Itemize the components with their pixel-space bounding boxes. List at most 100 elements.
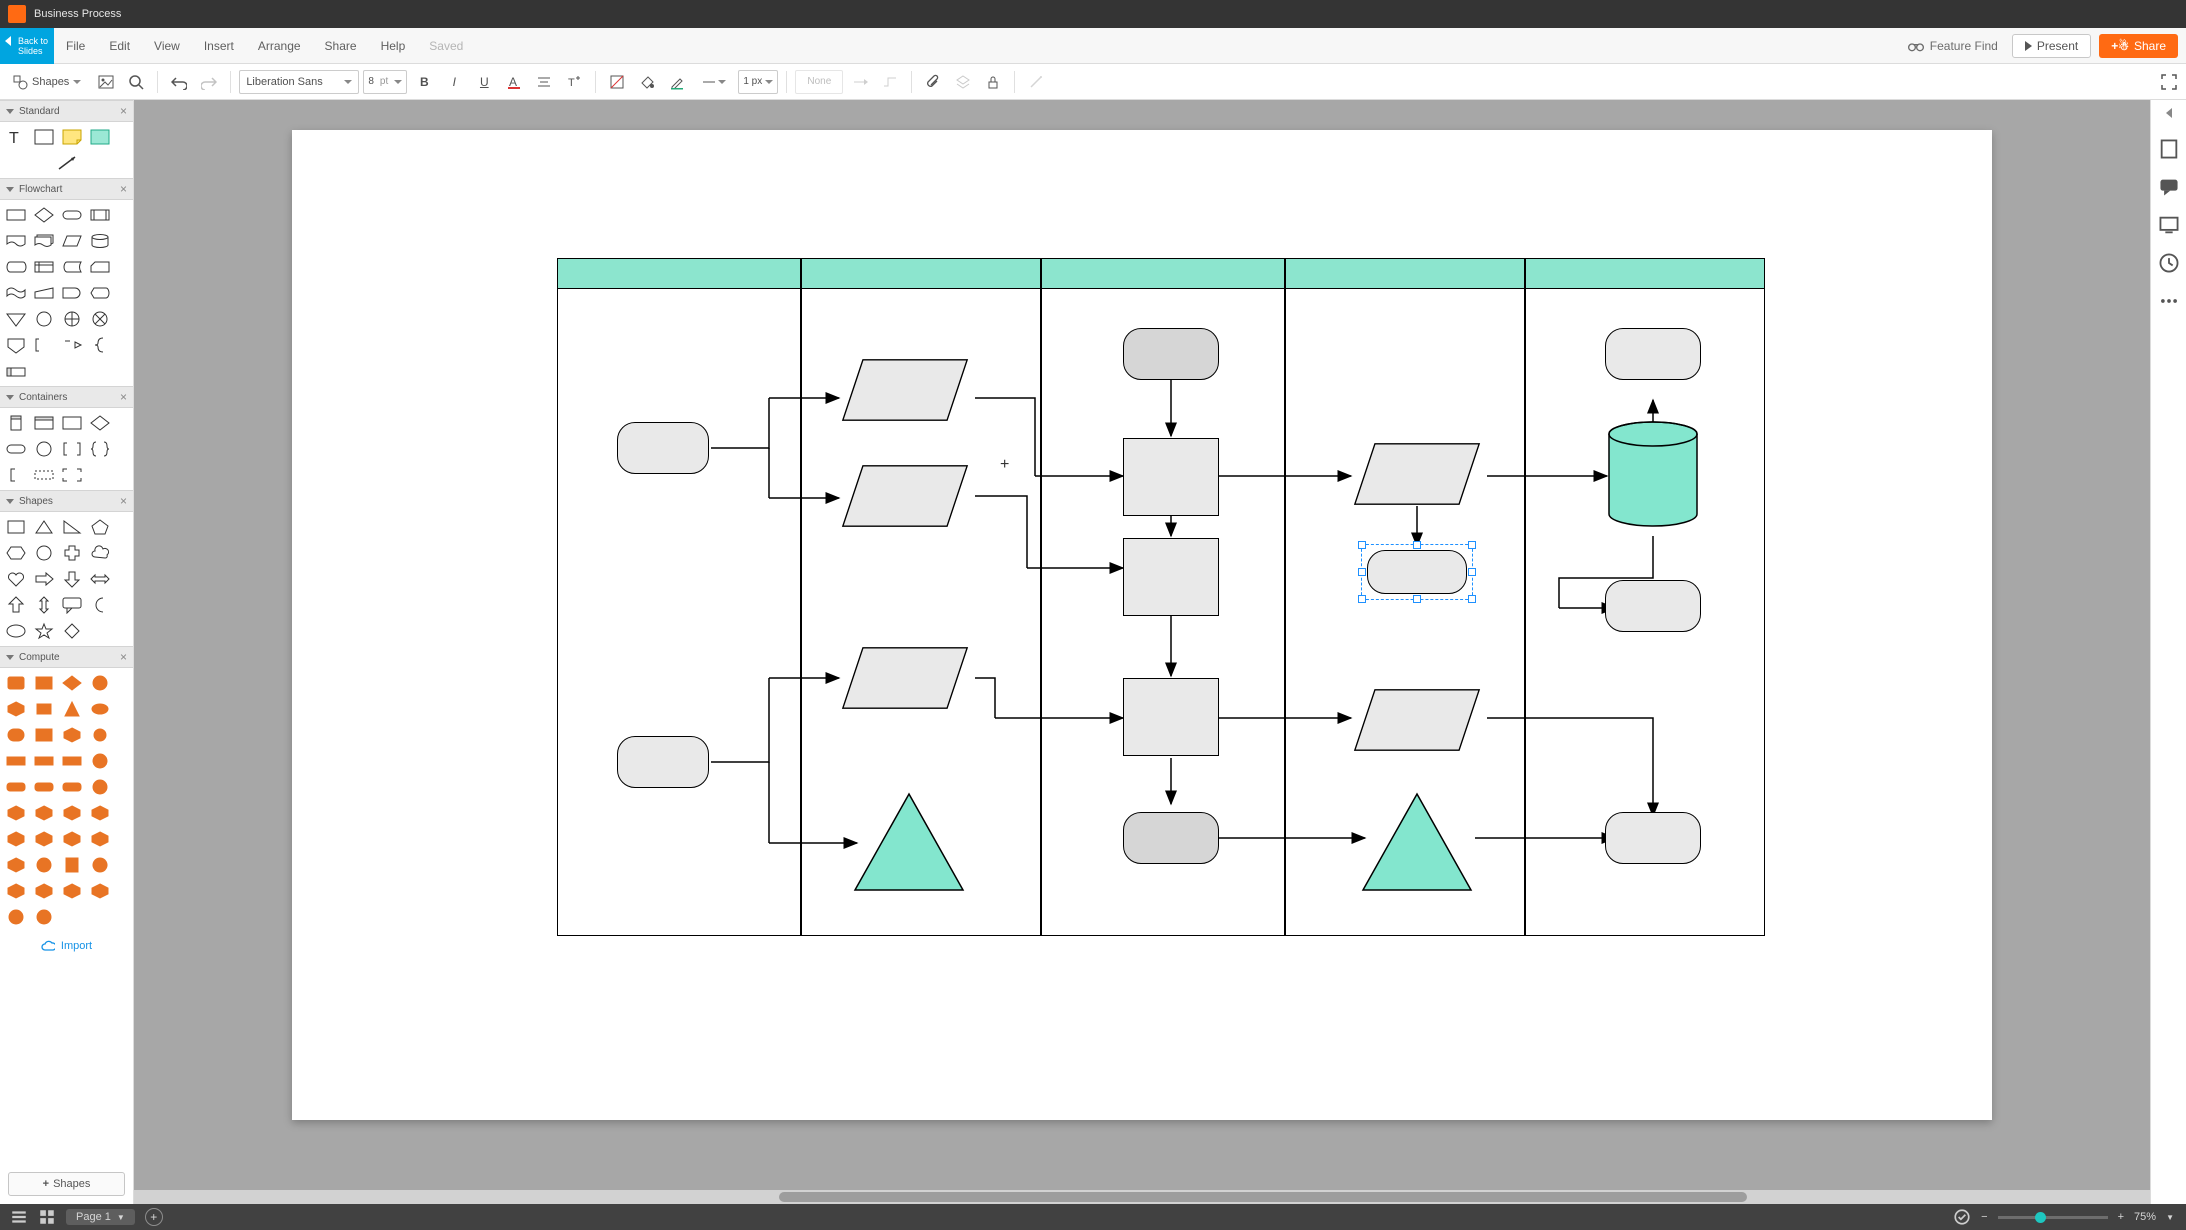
sh-diamond[interactable] (60, 620, 84, 642)
compute-shape[interactable] (60, 854, 84, 876)
palette-section-compute[interactable]: Compute × (0, 646, 133, 668)
close-icon[interactable]: × (120, 182, 127, 196)
line-start-select[interactable]: None (795, 70, 843, 94)
present-button[interactable]: Present (2012, 34, 2091, 58)
fc-display[interactable] (88, 282, 112, 304)
fc-document[interactable] (4, 230, 28, 252)
cont-brackets[interactable] (60, 438, 84, 460)
layers-button[interactable] (950, 69, 976, 95)
text-options-button[interactable]: T (561, 69, 587, 95)
compute-shape[interactable] (32, 672, 56, 694)
data-shape[interactable] (835, 358, 975, 422)
sh-right-tri[interactable] (60, 516, 84, 538)
sh-pentagon[interactable] (88, 516, 112, 538)
canvas[interactable]: + (134, 100, 2150, 1204)
data-shape[interactable] (835, 464, 975, 528)
zoom-value[interactable]: 75% (2134, 1211, 2156, 1223)
fill-color-button[interactable] (634, 69, 660, 95)
line-route-button[interactable] (877, 69, 903, 95)
compute-shape[interactable] (88, 880, 112, 902)
compute-shape[interactable] (60, 880, 84, 902)
triangle-shape[interactable] (1361, 792, 1473, 892)
sh-callout[interactable] (60, 594, 84, 616)
fc-or[interactable] (60, 308, 84, 330)
compute-shape[interactable] (32, 724, 56, 746)
close-icon[interactable]: × (120, 390, 127, 404)
swimlane-header[interactable] (1526, 259, 1764, 289)
fc-card[interactable] (88, 256, 112, 278)
fc-delay[interactable] (60, 282, 84, 304)
zoom-slider[interactable] (1998, 1216, 2108, 1219)
swimlane-header[interactable] (1286, 259, 1524, 289)
zoom-out-button[interactable]: − (1981, 1211, 1987, 1223)
process-shape[interactable] (1123, 678, 1219, 756)
line-tool[interactable] (4, 152, 129, 174)
chevron-down-icon[interactable]: ▼ (2166, 1213, 2174, 1222)
sh-arrow-lr[interactable] (88, 568, 112, 590)
swimlane-header[interactable] (558, 259, 800, 289)
cont-rect-head[interactable] (32, 412, 56, 434)
compute-shape[interactable] (88, 776, 112, 798)
italic-button[interactable]: I (441, 69, 467, 95)
fc-directdata[interactable] (4, 256, 28, 278)
compute-shape[interactable] (88, 698, 112, 720)
data-shape[interactable] (835, 646, 975, 710)
font-size-select[interactable]: 8 pt (363, 70, 407, 94)
menu-help[interactable]: Help (369, 39, 418, 53)
compute-shape[interactable] (32, 750, 56, 772)
compute-shape[interactable] (88, 854, 112, 876)
palette-section-flowchart[interactable]: Flowchart × (0, 178, 133, 200)
fullscreen-button[interactable] (2156, 69, 2182, 95)
sh-square[interactable] (4, 516, 28, 538)
swimlane-container[interactable]: + (557, 258, 1765, 936)
compute-shape[interactable] (4, 698, 28, 720)
compute-shape[interactable] (60, 828, 84, 850)
bold-button[interactable]: B (411, 69, 437, 95)
compute-shape[interactable] (88, 724, 112, 746)
note-tool[interactable] (60, 126, 84, 148)
sh-arrow-d[interactable] (60, 568, 84, 590)
undo-button[interactable] (166, 69, 192, 95)
terminator-shape[interactable] (1605, 812, 1701, 864)
sh-circle[interactable] (32, 542, 56, 564)
fc-transfer[interactable] (60, 334, 84, 356)
sh-hexagon[interactable] (4, 542, 28, 564)
more-button[interactable] (2158, 290, 2180, 312)
cont-braces[interactable] (88, 438, 112, 460)
terminator-shape[interactable] (1605, 580, 1701, 632)
cont-corners[interactable] (60, 464, 84, 486)
zoom-in-button[interactable]: + (2118, 1211, 2124, 1223)
grid-view-button[interactable] (38, 1208, 56, 1226)
cont-lbracket[interactable] (4, 464, 28, 486)
menu-share[interactable]: Share (313, 39, 369, 53)
page-properties-button[interactable] (2158, 138, 2180, 160)
fc-connector[interactable] (32, 308, 56, 330)
text-align-button[interactable] (531, 69, 557, 95)
horizontal-scrollbar[interactable] (134, 1190, 2150, 1204)
compute-shape[interactable] (4, 880, 28, 902)
sh-cross[interactable] (60, 542, 84, 564)
fc-data[interactable] (60, 230, 84, 252)
compute-shape[interactable] (4, 828, 28, 850)
triangle-shape[interactable] (853, 792, 965, 892)
compute-shape[interactable] (4, 854, 28, 876)
history-button[interactable] (2158, 252, 2180, 274)
sh-star[interactable] (32, 620, 56, 642)
palette-section-shapes[interactable]: Shapes × (0, 490, 133, 512)
compute-shape[interactable] (32, 880, 56, 902)
terminator-shape[interactable] (1123, 328, 1219, 380)
process-shape[interactable] (1123, 538, 1219, 616)
underline-button[interactable]: U (471, 69, 497, 95)
text-color-button[interactable]: A (501, 69, 527, 95)
cont-rect[interactable] (60, 412, 84, 434)
text-tool[interactable]: T (4, 126, 28, 148)
canvas-page[interactable]: + (292, 130, 1992, 1120)
font-family-select[interactable]: Liberation Sans (239, 70, 359, 94)
fc-decision[interactable] (32, 204, 56, 226)
sh-triangle[interactable] (32, 516, 56, 538)
cont-circle[interactable] (32, 438, 56, 460)
close-icon[interactable]: × (120, 650, 127, 664)
fc-swimlane[interactable] (4, 360, 28, 382)
palette-section-standard[interactable]: Standard × (0, 100, 133, 122)
list-view-button[interactable] (10, 1208, 28, 1226)
